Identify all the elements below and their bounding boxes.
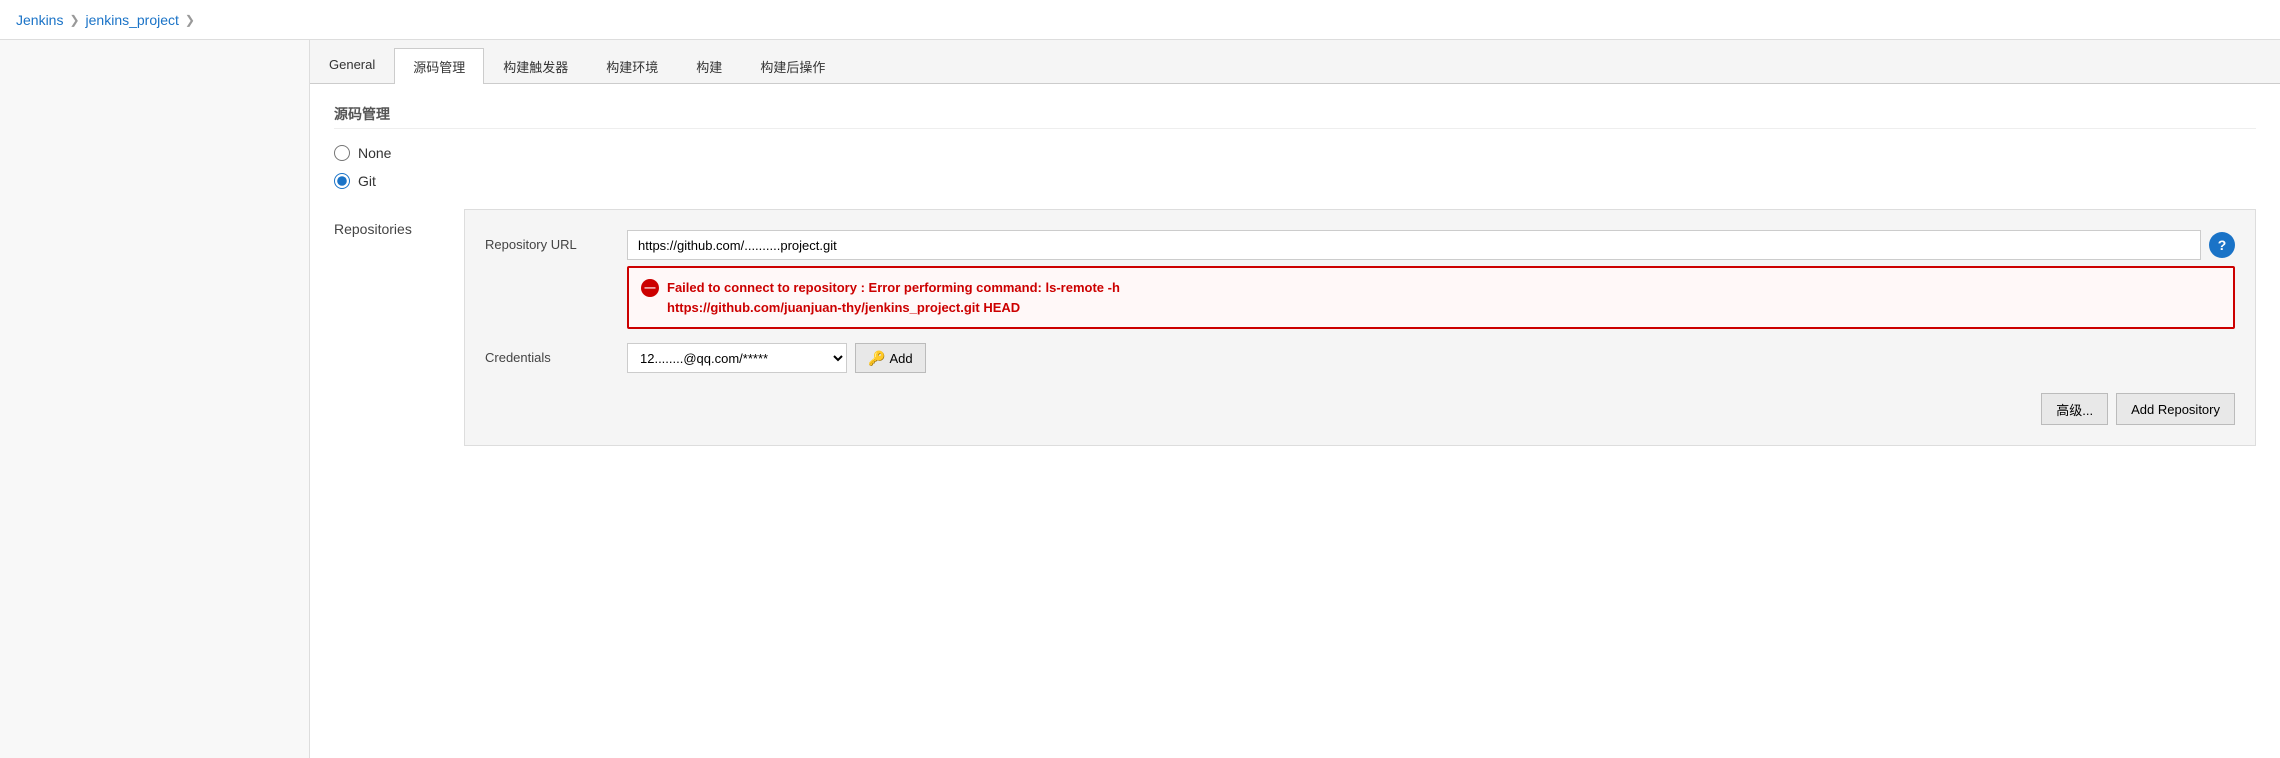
credentials-add-button[interactable]: 🔑 Add: [855, 343, 926, 373]
tab-post-build[interactable]: 构建后操作: [741, 48, 844, 84]
error-text: Failed to connect to repository : Error …: [667, 278, 1120, 317]
main-layout: General 源码管理 构建触发器 构建环境 构建 构建后操作 源码管理 No…: [0, 40, 2280, 758]
content-area: General 源码管理 构建触发器 构建环境 构建 构建后操作 源码管理 No…: [310, 40, 2280, 758]
radio-git-label: Git: [358, 173, 376, 189]
breadcrumb-jenkins[interactable]: Jenkins: [16, 12, 63, 28]
bottom-actions: 高级... Add Repository: [485, 393, 2235, 425]
credentials-row-container: Credentials 12........@qq.com/***** 🔑 Ad…: [485, 343, 2235, 373]
tab-build-trigger[interactable]: 构建触发器: [484, 48, 587, 84]
radio-none[interactable]: None: [334, 145, 2256, 161]
credentials-control-area: 12........@qq.com/***** 🔑 Add: [627, 343, 2235, 373]
content-body: 源码管理 None Git Repositories Repository UR…: [310, 84, 2280, 466]
url-control-area: ? Failed to connect to repository : Erro…: [627, 230, 2235, 329]
credentials-add-label: Add: [889, 351, 912, 366]
error-icon: [641, 279, 659, 297]
repositories-label: Repositories: [334, 209, 464, 446]
credentials-select[interactable]: 12........@qq.com/*****: [627, 343, 847, 373]
scm-radio-group: None Git: [334, 145, 2256, 189]
key-icon: 🔑: [868, 350, 885, 367]
breadcrumb-sep-1: ❯: [69, 13, 79, 27]
radio-none-label: None: [358, 145, 391, 161]
sidebar: [0, 40, 310, 758]
section-title: 源码管理: [334, 104, 2256, 129]
repository-url-input[interactable]: [627, 230, 2201, 260]
url-help-button[interactable]: ?: [2209, 232, 2235, 258]
tab-source-mgmt[interactable]: 源码管理: [394, 48, 484, 84]
error-line1: Failed to connect to repository : Error …: [667, 280, 1120, 295]
radio-none-input[interactable]: [334, 145, 350, 161]
add-repository-button[interactable]: Add Repository: [2116, 393, 2235, 425]
repositories-section: Repositories Repository URL ?: [334, 209, 2256, 446]
tab-general[interactable]: General: [310, 48, 394, 84]
tab-build[interactable]: 构建: [677, 48, 741, 84]
breadcrumb: Jenkins ❯ jenkins_project ❯: [16, 12, 195, 28]
tabs-bar: General 源码管理 构建触发器 构建环境 构建 构建后操作: [310, 40, 2280, 84]
url-row: Repository URL ? Failed to connect to re…: [485, 230, 2235, 329]
radio-git[interactable]: Git: [334, 173, 2256, 189]
url-input-row: ?: [627, 230, 2235, 260]
breadcrumb-sep-2: ❯: [185, 13, 195, 27]
advanced-button[interactable]: 高级...: [2041, 393, 2108, 425]
breadcrumb-project[interactable]: jenkins_project: [86, 12, 179, 28]
credentials-label: Credentials: [485, 343, 615, 365]
radio-git-input[interactable]: [334, 173, 350, 189]
credentials-input-row: 12........@qq.com/***** 🔑 Add: [627, 343, 2235, 373]
top-bar: Jenkins ❯ jenkins_project ❯: [0, 0, 2280, 40]
repo-panel: Repository URL ? Failed to connect to re…: [464, 209, 2256, 446]
url-label: Repository URL: [485, 230, 615, 252]
error-box: Failed to connect to repository : Error …: [627, 266, 2235, 329]
error-line2: https://github.com/juanjuan-thy/jenkins_…: [667, 300, 1020, 315]
tab-build-env[interactable]: 构建环境: [587, 48, 677, 84]
